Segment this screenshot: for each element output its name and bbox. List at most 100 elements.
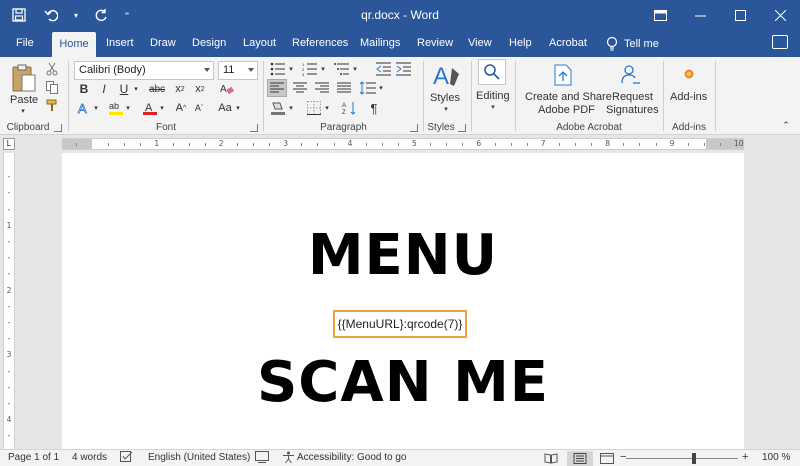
subscript-button[interactable]: x2: [172, 81, 188, 97]
zoom-out-button[interactable]: −: [620, 451, 626, 463]
accessibility-icon[interactable]: [282, 451, 295, 466]
undo-dropdown[interactable]: ▾: [72, 4, 80, 26]
shrink-font-button[interactable]: Aˇ: [192, 100, 206, 116]
align-right-button[interactable]: [313, 80, 331, 96]
ribbon-display-options-button[interactable]: [640, 0, 680, 30]
strikethrough-button[interactable]: abc: [146, 81, 168, 97]
document-page[interactable]: MENU {{MenuURL}:qrcode(7)} SCAN ME: [62, 153, 744, 449]
zoom-slider-thumb[interactable]: [692, 453, 696, 464]
styles-launcher-icon[interactable]: [458, 124, 466, 132]
font-launcher-icon[interactable]: [250, 124, 258, 132]
styles-button[interactable]: A: [430, 61, 462, 91]
cut-button[interactable]: [44, 61, 60, 77]
line-spacing-dropdown[interactable]: ▾: [377, 80, 385, 96]
italic-button[interactable]: I: [96, 81, 112, 97]
tab-home[interactable]: Home: [52, 32, 96, 57]
proofing-icon[interactable]: [120, 451, 133, 466]
menu-heading[interactable]: MENU: [62, 224, 744, 288]
tell-me-search[interactable]: Tell me: [606, 30, 659, 57]
show-formatting-marks-button[interactable]: ¶: [365, 100, 383, 116]
bold-button[interactable]: B: [76, 81, 92, 97]
font-color-dropdown[interactable]: ▾: [158, 100, 166, 116]
addins-button[interactable]: [678, 65, 700, 83]
multilevel-list-button[interactable]: [333, 61, 351, 77]
request-signatures-button[interactable]: [620, 63, 642, 87]
borders-button[interactable]: [305, 100, 323, 116]
comments-icon[interactable]: [772, 35, 788, 49]
language[interactable]: English (United States): [148, 452, 250, 463]
minimize-button[interactable]: [680, 0, 720, 30]
shading-button[interactable]: [269, 100, 287, 116]
save-button[interactable]: [8, 4, 30, 26]
copy-button[interactable]: [44, 79, 60, 95]
shading-dropdown[interactable]: ▾: [287, 100, 295, 116]
decrease-indent-button[interactable]: [375, 61, 393, 77]
undo-button[interactable]: [40, 4, 62, 26]
paste-dropdown[interactable]: ▾: [18, 107, 28, 115]
tab-acrobat[interactable]: Acrobat: [543, 30, 593, 57]
grow-font-button[interactable]: A ^: [174, 100, 188, 116]
qr-placeholder[interactable]: {{MenuURL}:qrcode(7)}: [333, 310, 467, 338]
font-color-button[interactable]: A: [142, 100, 158, 116]
vertical-ruler[interactable]: - - - 1 - - - 2 - - - 3 - - - 4 -: [3, 153, 15, 449]
sort-button[interactable]: AZ: [341, 100, 359, 116]
tab-help[interactable]: Help: [503, 30, 538, 57]
tab-insert[interactable]: Insert: [100, 30, 140, 57]
font-family-select[interactable]: Calibri (Body): [74, 61, 214, 80]
word-count[interactable]: 4 words: [72, 452, 107, 463]
tab-layout[interactable]: Layout: [237, 30, 282, 57]
text-effects-dropdown[interactable]: ▾: [92, 100, 100, 116]
align-left-button[interactable]: [267, 79, 287, 97]
borders-dropdown[interactable]: ▾: [323, 100, 331, 116]
bullets-button[interactable]: [269, 61, 287, 77]
bullets-dropdown[interactable]: ▾: [287, 61, 295, 77]
highlight-button[interactable]: ab: [108, 100, 124, 116]
paste-button[interactable]: [8, 61, 40, 95]
clipboard-launcher-icon[interactable]: [54, 124, 62, 132]
text-effects-button[interactable]: A: [76, 100, 92, 116]
line-spacing-button[interactable]: [359, 80, 377, 96]
change-case-button[interactable]: Aa: [216, 100, 234, 116]
tab-mailings[interactable]: Mailings: [354, 30, 406, 57]
justify-button[interactable]: [335, 80, 353, 96]
print-layout-button[interactable]: [567, 451, 593, 466]
maximize-button[interactable]: [720, 0, 760, 30]
horizontal-ruler[interactable]: 1 2 3 4 5 6 7 8 9 10: [62, 138, 744, 150]
track-changes-icon[interactable]: [255, 451, 269, 466]
format-painter-button[interactable]: [44, 97, 60, 113]
accessibility-status[interactable]: Accessibility: Good to go: [297, 452, 407, 463]
close-button[interactable]: [760, 0, 800, 30]
styles-dropdown[interactable]: ▾: [441, 105, 451, 113]
tab-selector-icon[interactable]: L: [3, 138, 15, 150]
tab-draw[interactable]: Draw: [144, 30, 182, 57]
create-share-pdf-button[interactable]: [552, 63, 574, 87]
numbering-dropdown[interactable]: ▾: [319, 61, 327, 77]
tab-design[interactable]: Design: [186, 30, 232, 57]
paragraph-launcher-icon[interactable]: [410, 124, 418, 132]
tab-view[interactable]: View: [462, 30, 498, 57]
numbering-button[interactable]: 123: [301, 61, 319, 77]
editing-button[interactable]: [478, 59, 506, 85]
scan-me-heading[interactable]: SCAN ME: [62, 351, 744, 415]
page-count[interactable]: Page 1 of 1: [8, 452, 59, 463]
customize-qat-icon[interactable]: ⁼: [122, 4, 132, 26]
zoom-level[interactable]: 100 %: [762, 452, 790, 463]
web-layout-button[interactable]: [594, 451, 620, 466]
editing-dropdown[interactable]: ▾: [488, 103, 498, 111]
zoom-in-button[interactable]: +: [742, 451, 748, 463]
tab-references[interactable]: References: [286, 30, 354, 57]
clear-formatting-button[interactable]: A: [218, 81, 236, 97]
align-center-button[interactable]: [291, 80, 309, 96]
font-size-select[interactable]: 11: [218, 61, 258, 80]
highlight-dropdown[interactable]: ▾: [124, 100, 132, 116]
redo-button[interactable]: [90, 4, 112, 26]
change-case-dropdown[interactable]: ▾: [234, 100, 242, 116]
zoom-slider[interactable]: [626, 458, 738, 459]
increase-indent-button[interactable]: [395, 61, 413, 77]
tab-review[interactable]: Review: [411, 30, 459, 57]
underline-button[interactable]: U: [116, 81, 132, 97]
read-mode-button[interactable]: [538, 451, 564, 466]
underline-dropdown[interactable]: ▾: [132, 81, 140, 97]
collapse-ribbon-icon[interactable]: ⌃: [780, 119, 792, 131]
multilevel-dropdown[interactable]: ▾: [351, 61, 359, 77]
